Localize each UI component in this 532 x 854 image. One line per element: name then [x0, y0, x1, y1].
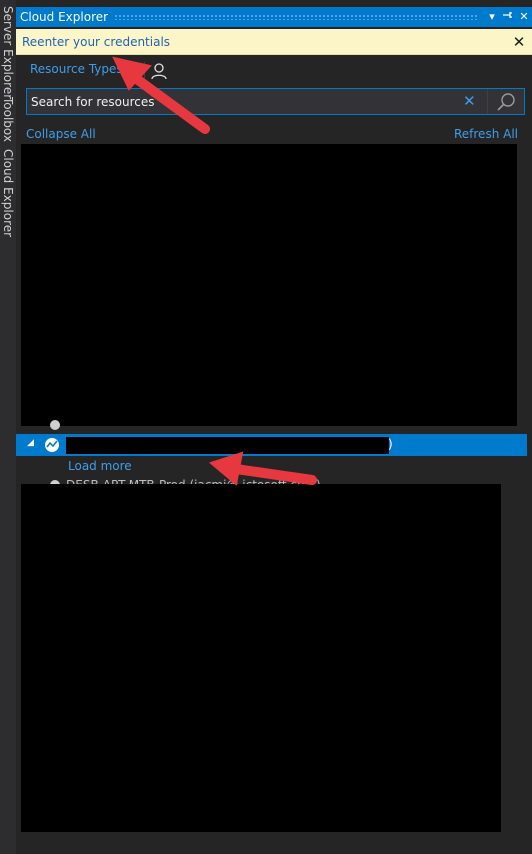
view-tabs: Resource Types — [16, 60, 532, 84]
drag-grip[interactable] — [114, 14, 478, 20]
window-menu-button[interactable]: ▾ — [484, 7, 500, 27]
refresh-all-link[interactable]: Refresh All — [454, 127, 518, 141]
panel-titlebar: Cloud Explorer ▾ ✕ — [16, 7, 532, 27]
resource-search-box[interactable]: Search for resources ✕ — [26, 88, 525, 115]
tab-divider — [144, 62, 145, 82]
account-manage-icon[interactable] — [150, 61, 168, 81]
tree-row-selected[interactable]: ◢ ) — [16, 434, 527, 456]
row-trailing-text: ) — [388, 437, 393, 451]
redacted-tree-region — [21, 144, 517, 426]
panel-close-button[interactable]: ✕ — [516, 7, 532, 27]
load-more-link[interactable]: Load more — [68, 459, 132, 473]
pin-icon[interactable] — [500, 7, 516, 27]
tab-toolbox[interactable]: Toolbox — [0, 97, 16, 142]
redacted-tree-region — [21, 484, 501, 832]
clear-search-icon[interactable]: ✕ — [463, 92, 476, 110]
side-dock: Server Explorer Toolbox Cloud Explorer — [0, 0, 16, 854]
search-icon — [497, 93, 515, 111]
subscription-icon — [44, 437, 60, 453]
collapse-all-link[interactable]: Collapse All — [26, 127, 96, 141]
panel-title: Cloud Explorer — [20, 10, 109, 24]
tab-server-explorer[interactable]: Server Explorer — [0, 6, 16, 99]
tree-row-partial — [16, 420, 532, 432]
tab-cloud-explorer[interactable]: Cloud Explorer — [0, 149, 16, 237]
tree-actions: Collapse All Refresh All — [16, 126, 532, 144]
infobar-close-button[interactable]: ✕ — [506, 33, 532, 51]
cloud-explorer-panel: Cloud Explorer ▾ ✕ Reenter your credenti… — [16, 0, 532, 854]
search-input[interactable]: Search for resources — [31, 95, 155, 109]
reenter-credentials-link[interactable]: Reenter your credentials — [16, 35, 506, 49]
tab-resource-types[interactable]: Resource Types — [30, 62, 123, 76]
redacted-subscription-name — [66, 437, 389, 454]
search-button[interactable] — [487, 89, 525, 114]
expand-arrow-icon[interactable]: ◢ — [27, 438, 34, 448]
subscription-icon — [50, 420, 60, 430]
credentials-infobar: Reenter your credentials ✕ — [16, 29, 532, 55]
